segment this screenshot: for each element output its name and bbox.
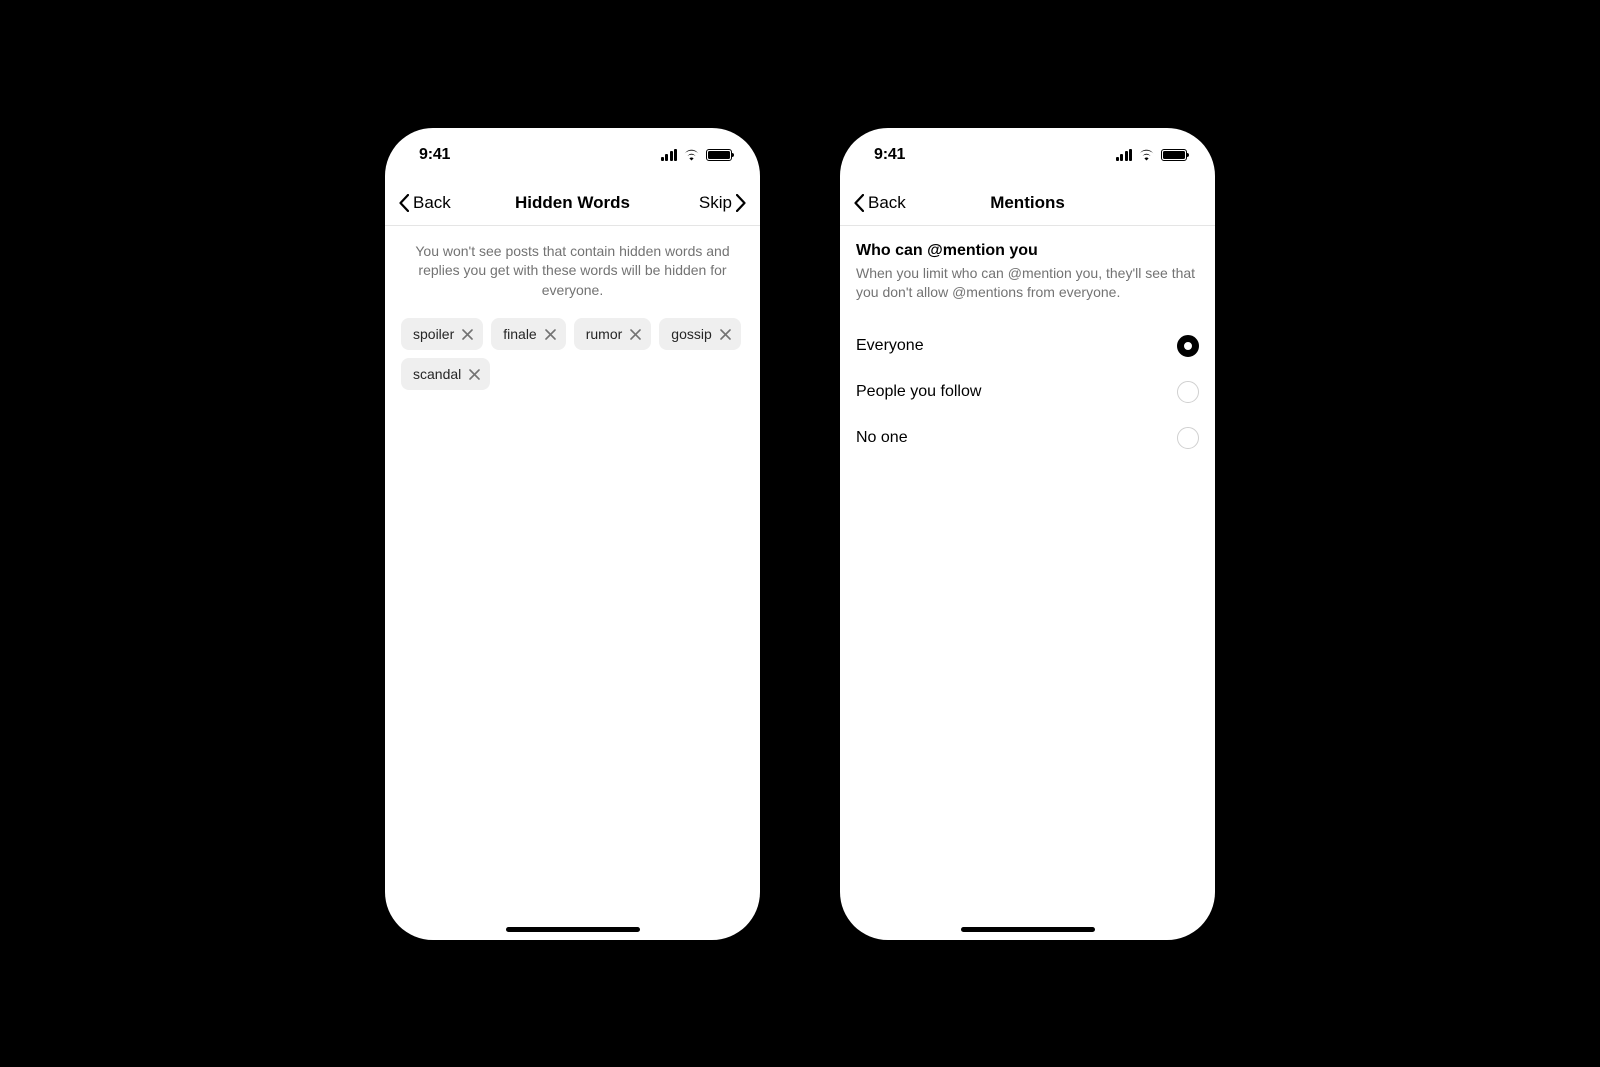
status-right: [1116, 149, 1188, 161]
mentions-section-title: Who can @mention you: [856, 242, 1199, 260]
home-indicator[interactable]: [961, 927, 1095, 932]
nav-bar: Back Mentions x: [840, 182, 1215, 226]
chip-label: spoiler: [413, 326, 454, 342]
remove-chip-button[interactable]: [720, 329, 731, 340]
status-bar: 9:41: [840, 128, 1215, 182]
chevron-right-icon: [736, 194, 746, 212]
remove-chip-button[interactable]: [469, 369, 480, 380]
remove-chip-button[interactable]: [545, 329, 556, 340]
remove-chip-button[interactable]: [630, 329, 641, 340]
skip-label: Skip: [699, 193, 732, 213]
battery-icon: [706, 149, 732, 161]
chip-label: rumor: [586, 326, 623, 342]
phone-hidden-words: 9:41 Back Hidden Words Skip You won't se…: [385, 128, 760, 940]
chevron-left-icon: [854, 194, 864, 212]
hidden-words-chip-list: spoiler finale rumor gossip scandal: [401, 318, 744, 390]
page-title: Mentions: [924, 193, 1131, 213]
hidden-word-chip: scandal: [401, 358, 490, 390]
mentions-section-desc: When you limit who can @mention you, the…: [856, 264, 1199, 303]
status-right: [661, 149, 733, 161]
chip-label: gossip: [671, 326, 711, 342]
hidden-word-chip: rumor: [574, 318, 652, 350]
status-time: 9:41: [874, 146, 905, 164]
radio-selected-icon: [1177, 335, 1199, 357]
content: Who can @mention you When you limit who …: [840, 226, 1215, 940]
hidden-word-chip: spoiler: [401, 318, 483, 350]
phone-mentions: 9:41 Back Mentions x Who can @mention yo…: [840, 128, 1215, 940]
skip-button[interactable]: Skip: [676, 193, 746, 213]
option-label: No one: [856, 429, 908, 447]
page-title: Hidden Words: [469, 193, 676, 213]
remove-chip-button[interactable]: [462, 329, 473, 340]
back-label: Back: [868, 193, 906, 213]
home-indicator[interactable]: [506, 927, 640, 932]
back-label: Back: [413, 193, 451, 213]
mentions-option-following[interactable]: People you follow: [856, 369, 1199, 415]
wifi-icon: [1138, 149, 1155, 161]
hidden-word-chip: gossip: [659, 318, 740, 350]
chevron-left-icon: [399, 194, 409, 212]
option-label: People you follow: [856, 383, 981, 401]
wifi-icon: [683, 149, 700, 161]
chip-label: finale: [503, 326, 536, 342]
battery-icon: [1161, 149, 1187, 161]
nav-bar: Back Hidden Words Skip: [385, 182, 760, 226]
cellular-icon: [1116, 149, 1133, 161]
content: You won't see posts that contain hidden …: [385, 226, 760, 940]
hidden-word-chip: finale: [491, 318, 565, 350]
back-button[interactable]: Back: [854, 193, 924, 213]
option-label: Everyone: [856, 337, 924, 355]
status-time: 9:41: [419, 146, 450, 164]
radio-unselected-icon: [1177, 381, 1199, 403]
mentions-option-everyone[interactable]: Everyone: [856, 323, 1199, 369]
status-bar: 9:41: [385, 128, 760, 182]
chip-label: scandal: [413, 366, 461, 382]
hidden-words-description: You won't see posts that contain hidden …: [401, 242, 744, 319]
radio-unselected-icon: [1177, 427, 1199, 449]
cellular-icon: [661, 149, 678, 161]
mentions-option-no-one[interactable]: No one: [856, 415, 1199, 461]
back-button[interactable]: Back: [399, 193, 469, 213]
